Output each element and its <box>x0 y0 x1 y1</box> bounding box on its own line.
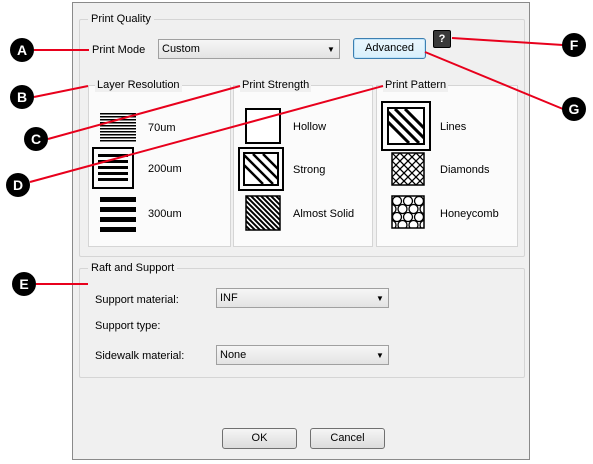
callout-g: G <box>562 97 586 121</box>
print-strength-legend: Print Strength <box>240 79 312 92</box>
lines-label: Lines <box>440 121 467 133</box>
cancel-button[interactable]: Cancel <box>310 428 385 449</box>
help-icon[interactable]: ? <box>433 30 451 48</box>
callout-c: C <box>24 127 48 151</box>
print-pattern-legend: Print Pattern <box>383 79 449 92</box>
sidewalk-material-value: None <box>220 349 247 361</box>
raft-support-legend: Raft and Support <box>88 262 178 275</box>
sidewalk-material-dropdown[interactable]: None ▼ <box>216 345 389 365</box>
chevron-down-icon: ▼ <box>376 293 384 303</box>
callout-f: F <box>562 33 586 57</box>
lines-pattern-icon[interactable] <box>387 107 425 145</box>
callout-a: A <box>10 38 34 62</box>
layer-200um-label: 200um <box>148 163 182 175</box>
layer-300um-label: 300um <box>148 208 182 220</box>
honeycomb-pattern-icon[interactable] <box>391 195 425 229</box>
chevron-down-icon: ▼ <box>327 44 335 54</box>
callout-e: E <box>12 272 36 296</box>
support-material-dropdown[interactable]: INF ▼ <box>216 288 389 308</box>
layer-70um-label: 70um <box>148 122 176 134</box>
support-type-label: Support type: <box>95 320 161 332</box>
chevron-down-icon: ▼ <box>376 350 384 360</box>
almost-solid-label: Almost Solid <box>293 208 355 220</box>
sidewalk-material-label: Sidewalk material: <box>95 350 185 362</box>
print-mode-label: Print Mode <box>92 44 146 56</box>
hollow-icon[interactable] <box>245 108 281 144</box>
advanced-button[interactable]: Advanced <box>353 38 426 59</box>
ok-button[interactable]: OK <box>222 428 297 449</box>
layer-300um-icon[interactable] <box>100 196 136 232</box>
diamonds-label: Diamonds <box>440 164 490 176</box>
hollow-label: Hollow <box>293 121 327 133</box>
almost-solid-icon[interactable] <box>245 195 281 231</box>
strong-label: Strong <box>293 164 326 176</box>
diamonds-pattern-icon[interactable] <box>391 152 425 186</box>
support-material-label: Support material: <box>95 294 179 306</box>
support-material-value: INF <box>220 292 238 304</box>
print-quality-legend: Print Quality <box>88 13 154 26</box>
print-mode-dropdown[interactable]: Custom ▼ <box>158 39 340 59</box>
layer-200um-icon[interactable] <box>98 153 128 183</box>
layer-70um-icon[interactable] <box>100 113 136 143</box>
callout-d: D <box>6 173 30 197</box>
print-mode-value: Custom <box>162 43 200 55</box>
layer-resolution-legend: Layer Resolution <box>95 79 182 92</box>
callout-b: B <box>10 85 34 109</box>
honeycomb-label: Honeycomb <box>440 208 499 220</box>
strong-icon[interactable] <box>243 152 279 186</box>
